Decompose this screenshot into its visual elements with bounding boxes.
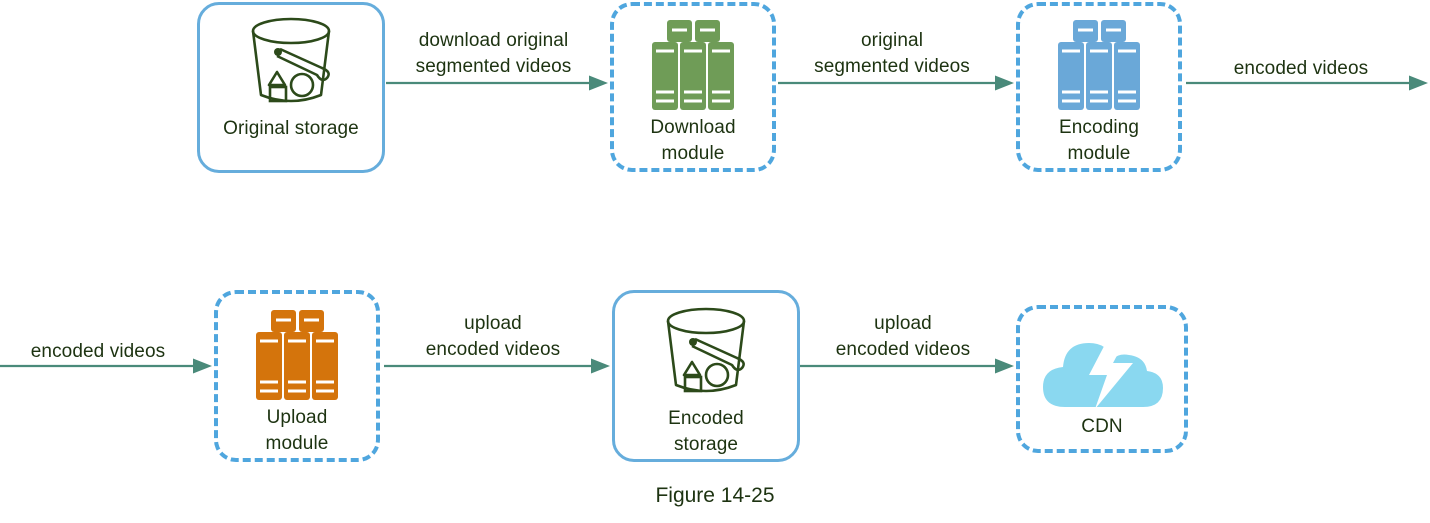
node-label: Original storage <box>223 118 359 139</box>
edge-label-original-segmented: original segmented videos <box>814 30 970 77</box>
server-rack-icon <box>248 308 346 405</box>
node-original-storage[interactable]: Original storage <box>197 2 385 173</box>
cloud-lightning-icon <box>1037 323 1167 414</box>
node-label: Encoded storage <box>668 408 744 455</box>
node-upload-module[interactable]: Upload module <box>214 290 380 462</box>
node-label: Download module <box>650 117 736 164</box>
edge-label-download: download original segmented videos <box>415 30 572 77</box>
node-label: CDN <box>1081 416 1123 437</box>
node-download-module[interactable]: Download module <box>610 2 776 172</box>
edge-label-encoded-out: encoded videos <box>1233 58 1369 79</box>
figure-caption: Figure 14-25 <box>655 484 775 507</box>
node-label: Encoding module <box>1058 117 1140 164</box>
edge-label-upload-storage: upload encoded videos <box>425 313 561 360</box>
node-encoded-storage[interactable]: Encoded storage <box>612 290 800 462</box>
server-rack-icon <box>1050 18 1148 115</box>
diagram-canvas: Original storage download original segme… <box>0 0 1430 523</box>
bucket-icon <box>654 305 758 406</box>
node-cdn[interactable]: CDN <box>1016 305 1188 453</box>
node-label: Upload module <box>265 407 329 454</box>
bucket-icon <box>239 15 343 116</box>
edge-label-upload-cdn: upload encoded videos <box>835 313 971 360</box>
server-rack-icon <box>644 18 742 115</box>
edge-label-encoded-in: encoded videos <box>30 341 166 362</box>
node-encoding-module[interactable]: Encoding module <box>1016 2 1182 172</box>
